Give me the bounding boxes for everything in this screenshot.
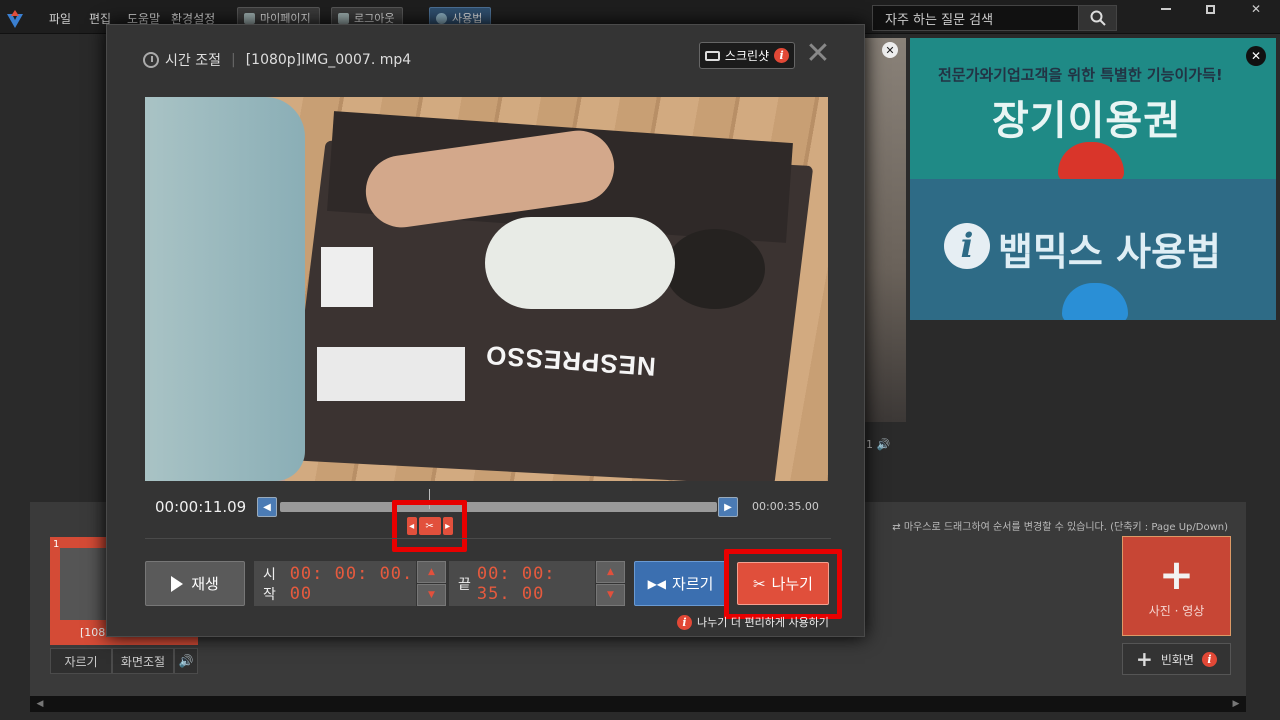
cut-label: 자르기	[672, 575, 714, 593]
clip-volume-button[interactable]: 🔊	[174, 648, 198, 674]
close-icon: ✕	[1250, 2, 1262, 16]
end-time-stepper[interactable]: ▲ ▼	[596, 561, 625, 606]
app-window: 파일 편집 도움말 환경설정 마이페이지 로그아웃 사용법 자주 하는 질문 검…	[0, 0, 1280, 720]
stopwatch-icon	[143, 52, 159, 68]
start-time-field[interactable]: 시작 00: 00: 00. 00	[254, 561, 416, 606]
search-placeholder: 자주 하는 질문 검색	[885, 12, 994, 28]
clip-cut-button[interactable]: 자르기	[50, 648, 112, 674]
end-time-field[interactable]: 끝 00: 00: 35. 00	[449, 561, 595, 606]
ad-top-small-text: 전문가와기업고객을 위한 특별한 기능이가득!	[938, 66, 1223, 84]
start-value[interactable]: 00: 00: 00. 00	[290, 564, 416, 604]
sleeve-arm	[145, 97, 305, 481]
maximize-button[interactable]	[1188, 0, 1232, 18]
minimize-icon	[1161, 8, 1171, 10]
current-time: 00:00:11.09	[155, 498, 247, 516]
screenshot-label: 스크린샷	[724, 49, 770, 63]
chevron-down-icon[interactable]: ▼	[417, 584, 446, 606]
play-label: 재생	[191, 575, 219, 593]
split-marker-highlight	[391, 500, 467, 552]
end-time: 00:00:35.00	[752, 500, 819, 513]
dialog-title: 시간 조절	[165, 53, 221, 69]
split-help-label: 나누기 더 편리하게 사용하기	[697, 616, 829, 629]
chevron-up-icon[interactable]: ▲	[596, 561, 625, 583]
volume-icon: 🔊	[178, 654, 194, 668]
divider	[145, 538, 831, 539]
ad-long-term-license[interactable]: 전문가와기업고객을 위한 특별한 기능이가득! 장기이용권	[910, 38, 1276, 182]
window-close-button[interactable]: ✕	[1234, 0, 1278, 18]
info-icon	[436, 12, 447, 24]
blue-bird-icon	[1062, 283, 1128, 320]
split-button-highlight	[724, 549, 842, 619]
chevron-left-icon: ◀	[263, 501, 271, 513]
start-label: 시작	[263, 566, 276, 603]
scroll-right-icon[interactable]: ▶	[1228, 696, 1244, 712]
horizontal-scrollbar[interactable]: ◀ ▶	[30, 696, 1246, 712]
play-button[interactable]: 재생	[145, 561, 245, 606]
trim-start-handle[interactable]: ◀	[257, 497, 277, 517]
maximize-icon	[1205, 4, 1215, 14]
capsule-object	[485, 217, 675, 309]
volume-icon[interactable]: 🔊	[877, 438, 891, 451]
scroll-left-icon[interactable]: ◀	[32, 696, 48, 712]
start-time-stepper[interactable]: ▲ ▼	[417, 561, 446, 606]
chevron-right-icon: ▶	[724, 501, 732, 513]
dialog-filename: [1080p]IMG_0007. mp4	[245, 52, 412, 68]
clip-index: 1	[53, 539, 60, 550]
minimize-button[interactable]	[1144, 0, 1188, 18]
ad-howto-banner[interactable]: i 뱁믹스 사용법	[910, 179, 1276, 320]
background-video-preview	[860, 38, 906, 422]
chevron-up-icon[interactable]: ▲	[417, 561, 446, 583]
info-icon[interactable]: i	[1201, 651, 1217, 667]
ad-top-big-text: 장기이용권	[992, 98, 1181, 144]
logout-icon	[338, 12, 349, 24]
chevron-down-icon[interactable]: ▼	[596, 584, 625, 606]
faq-search-input[interactable]: 자주 하는 질문 검색	[872, 5, 1117, 31]
dialog-title-bar: 시간 조절 | [1080p]IMG_0007. mp4	[143, 50, 411, 70]
camera-icon	[704, 50, 720, 61]
add-photo-video-button[interactable]: + 사진 · 영상	[1122, 536, 1231, 636]
menu-file[interactable]: 파일	[49, 10, 71, 27]
end-label: 끝	[458, 576, 471, 593]
plus-icon: +	[1136, 647, 1153, 671]
info-icon: i	[677, 614, 692, 630]
timeline-track[interactable]	[280, 502, 717, 512]
play-icon	[171, 575, 184, 592]
dialog-close-icon[interactable]: ✕	[805, 39, 831, 69]
red-bird-icon	[1058, 142, 1124, 182]
split-help-link[interactable]: i 나누기 더 편리하게 사용하기	[677, 614, 829, 630]
search-button[interactable]	[1078, 6, 1116, 30]
ad-bottom-big-text: 뱁믹스 사용법	[998, 230, 1221, 274]
box-label-barcode	[317, 347, 465, 401]
clip-adjust-button[interactable]: 화면조절	[112, 648, 174, 674]
user-icon	[244, 12, 255, 24]
blank-screen-label: 빈화면	[1160, 652, 1194, 667]
video-preview: NESPRESSO	[145, 97, 828, 481]
end-value[interactable]: 00: 00: 35. 00	[477, 564, 595, 604]
advertisement-banner[interactable]: 전문가와기업고객을 위한 특별한 기능이가득! 장기이용권 i 뱁믹스 사용법 …	[910, 38, 1276, 320]
time-adjust-dialog: 시간 조절 | [1080p]IMG_0007. mp4 스크린샷 i ✕ NE…	[106, 24, 865, 637]
app-logo-icon	[7, 10, 23, 28]
cut-button[interactable]: ▶◀ 자르기	[634, 561, 727, 606]
background-video-time: 1 🔊	[866, 438, 891, 451]
ad-close-icon[interactable]: ✕	[1246, 46, 1266, 66]
ad-info-icon: i	[944, 223, 990, 269]
trim-icon: ▶◀	[647, 576, 667, 591]
drag-hint: ⇄ 마우스로 드래그하여 순서를 변경할 수 있습니다. (단축키 : Page…	[892, 522, 1228, 533]
search-icon	[1090, 10, 1106, 26]
box-label-small	[321, 247, 373, 307]
preview-close-icon[interactable]: ✕	[882, 42, 898, 58]
box-circle-print	[665, 229, 765, 309]
plus-icon: +	[1158, 549, 1195, 599]
screenshot-button[interactable]: 스크린샷 i	[699, 42, 795, 69]
trim-end-handle[interactable]: ▶	[718, 497, 738, 517]
info-icon[interactable]: i	[774, 48, 790, 63]
add-photo-video-label: 사진 · 영상	[1148, 603, 1205, 618]
clip-thumbnail-image	[60, 548, 112, 620]
add-blank-screen-button[interactable]: + 빈화면 i	[1122, 643, 1231, 675]
